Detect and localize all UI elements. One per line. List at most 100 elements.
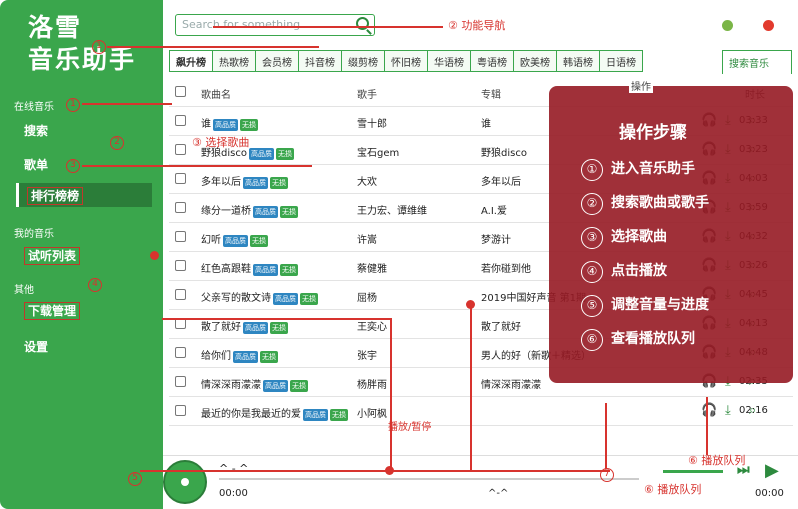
quality-badge: 高品质 <box>263 380 288 392</box>
callout-dot-trial <box>150 251 159 260</box>
sidebar-item-settings[interactable]: 设置 <box>16 334 152 358</box>
artist-name[interactable]: 许嵩 <box>357 231 477 246</box>
tab-8[interactable]: 欧美榜 <box>514 50 557 72</box>
callout-num-2: 2 <box>110 134 127 150</box>
tab-3[interactable]: 抖音榜 <box>299 50 342 72</box>
callout-line-nav <box>213 26 443 28</box>
tab-0[interactable]: 飙升榜 <box>169 50 213 72</box>
artist-name[interactable]: 王力宏、谭维维 <box>357 202 477 217</box>
callout-line-playlist <box>82 165 312 167</box>
artist-name[interactable]: 宝石gem <box>357 144 477 159</box>
progress-slider[interactable] <box>219 478 639 480</box>
section-online: 在线音乐 <box>14 102 54 113</box>
artist-name[interactable]: 屈杨 <box>357 289 477 304</box>
headphones-icon[interactable]: 🎧 <box>701 403 717 418</box>
tab-1[interactable]: 热歌榜 <box>213 50 256 72</box>
tab-6[interactable]: 华语榜 <box>428 50 471 72</box>
sidebar-item-download[interactable]: 下载管理 <box>16 298 152 322</box>
quality-badge: 高品质 <box>233 351 258 363</box>
window-minimize-dot[interactable] <box>722 20 733 31</box>
tab-2[interactable]: 会员榜 <box>256 50 299 72</box>
overlay-step-4: ④ 点击播放 <box>581 260 667 283</box>
sidebar-item-playlist[interactable]: 歌单 <box>16 152 152 176</box>
disc-icon <box>163 460 207 504</box>
main-panel: Search for something... 飙升榜 热歌榜 会员榜 抖音榜 … <box>163 0 798 509</box>
app-title: 洛雪 音乐助手 <box>28 13 137 74</box>
select-all-checkbox[interactable] <box>175 86 186 97</box>
artist-name[interactable]: 蔡健雅 <box>357 260 477 275</box>
callout-num-4: 4 <box>88 276 105 292</box>
table-row[interactable]: 最近的你是我最近的爱 高品质 无损 小阿枫 🎧 ⤓ ⌕ 02:16 <box>169 397 793 426</box>
sidebar-item-search[interactable]: 搜索 <box>16 118 152 142</box>
row-checkbox[interactable] <box>175 231 186 242</box>
artist-name[interactable]: 大欢 <box>357 173 477 188</box>
artist-name[interactable]: 雪十郎 <box>357 115 477 130</box>
section-other: 其他 <box>14 285 34 296</box>
artist-name[interactable]: 杨胖雨 <box>357 376 477 391</box>
row-checkbox[interactable] <box>175 173 186 184</box>
sidebar-item-ranking[interactable]: 排行榜榜 <box>16 183 152 207</box>
song-name[interactable]: 谁高品质 无损 <box>201 115 351 131</box>
overlay-step-5: ⑤ 调整音量与进度 <box>581 294 709 317</box>
song-name[interactable]: 多年以后 高品质 无损 <box>201 173 351 189</box>
song-name[interactable]: 缘分一道桥 高品质 无损 <box>201 202 351 218</box>
tab-search-music[interactable]: 搜索音乐 <box>722 50 792 74</box>
song-name[interactable]: 最近的你是我最近的爱 高品质 无损 <box>201 405 351 421</box>
tab-7[interactable]: 粤语榜 <box>471 50 514 72</box>
callout-line-download <box>162 318 392 320</box>
row-checkbox[interactable] <box>175 115 186 126</box>
duration: 02:16 <box>739 405 768 416</box>
tab-10[interactable]: 日语榜 <box>600 50 643 72</box>
callout-dot-play <box>385 466 394 475</box>
download-icon[interactable]: ⤓ <box>725 403 731 418</box>
row-checkbox[interactable] <box>175 289 186 300</box>
sidebar-item-trial-list[interactable]: 试听列表 <box>16 243 152 267</box>
quality-badge: 高品质 <box>253 206 278 218</box>
tab-9[interactable]: 韩语榜 <box>557 50 600 72</box>
song-name[interactable]: 幻听 高品质 无损 <box>201 231 351 247</box>
quality-badge: 高品质 <box>303 409 328 421</box>
play-icon[interactable]: ▶ <box>765 460 779 481</box>
player-time-left: 00:00 <box>219 488 248 499</box>
tab-4[interactable]: 缀剪榜 <box>342 50 385 72</box>
search-icon[interactable] <box>356 17 369 30</box>
song-name[interactable]: 情深深雨濛濛 高品质 无损 <box>201 376 351 392</box>
song-name[interactable]: 红色高跟鞋 高品质 无损 <box>201 260 351 276</box>
callout-num-3: 3 <box>66 157 83 173</box>
row-checkbox[interactable] <box>175 347 186 358</box>
callout-num-1: 1 <box>66 96 83 112</box>
overlay-step-1: ① 进入音乐助手 <box>581 158 695 181</box>
callout-play-pause: 播放/暂停 <box>388 422 432 433</box>
tab-5[interactable]: 怀旧榜 <box>385 50 428 72</box>
quality-badge: 高品质 <box>273 293 298 305</box>
callout-line-bottom <box>140 470 610 472</box>
song-name[interactable]: 给你们 高品质 无损 <box>201 347 351 363</box>
callout-select-song: ③ 选择歌曲 <box>192 136 250 149</box>
callout-line-queue <box>706 397 708 455</box>
callout-num-7: 7 <box>600 466 617 482</box>
overlay-step-6: ⑥ 查看播放队列 <box>581 328 695 351</box>
artist-name[interactable]: 王奕心 <box>357 318 477 333</box>
callout-function-nav: ② 功能导航 <box>448 19 506 32</box>
row-checkbox[interactable] <box>175 318 186 329</box>
quality-badge: 无损 <box>270 177 288 189</box>
callout-line-ops <box>605 403 607 469</box>
ranking-tabs: 飙升榜 热歌榜 会员榜 抖音榜 缀剪榜 怀旧榜 华语榜 粤语榜 欧美榜 韩语榜 … <box>169 50 643 72</box>
quality-badge: 无损 <box>240 119 258 131</box>
quality-badge: 无损 <box>280 264 298 276</box>
row-checkbox[interactable] <box>175 405 186 416</box>
callout-line-1 <box>107 46 319 48</box>
window-close-dot[interactable] <box>763 20 774 31</box>
search-input[interactable]: Search for something... <box>175 14 375 36</box>
artist-name[interactable]: 张宇 <box>357 347 477 362</box>
quality-badge: 高品质 <box>248 148 274 160</box>
row-checkbox[interactable] <box>175 260 186 271</box>
row-checkbox[interactable] <box>175 376 186 387</box>
quality-badge: 无损 <box>330 409 348 421</box>
row-checkbox[interactable] <box>175 144 186 155</box>
volume-slider[interactable] <box>663 470 723 473</box>
row-checkbox[interactable] <box>175 202 186 213</box>
song-name[interactable]: 父亲写的散文诗 高品质 无损 <box>201 289 351 305</box>
song-name[interactable]: 散了就好 高品质 无损 <box>201 318 351 334</box>
quality-badge: 无损 <box>280 206 298 218</box>
